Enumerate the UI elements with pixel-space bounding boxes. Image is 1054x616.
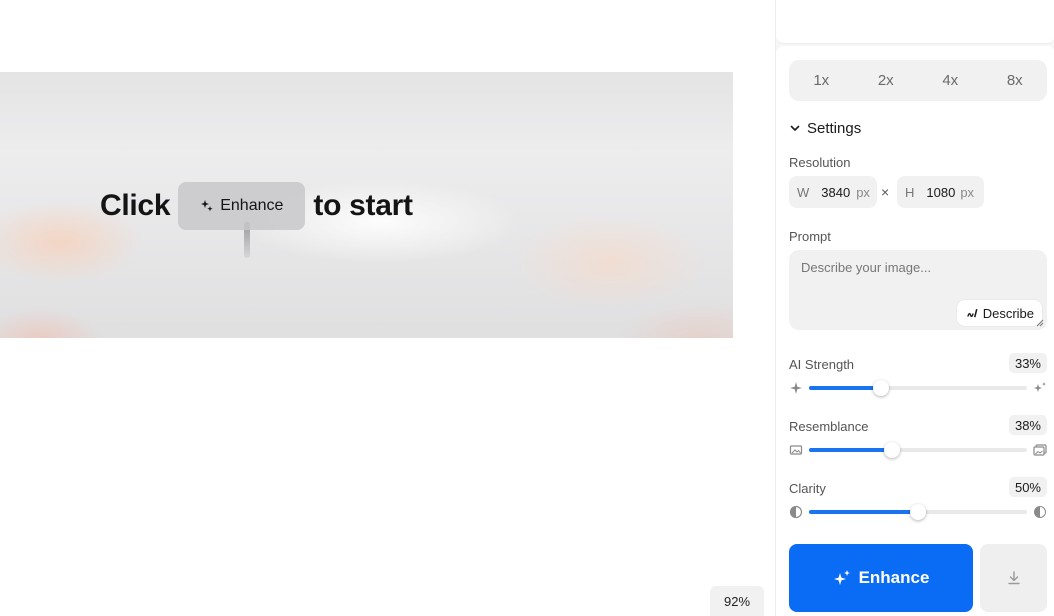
scale-option-2x[interactable]: 2x bbox=[854, 60, 919, 101]
hint-text-before: Click bbox=[100, 189, 171, 222]
height-unit: px bbox=[960, 184, 975, 200]
start-hint: Click Enhance to start bbox=[100, 182, 413, 230]
describe-button[interactable]: Describe bbox=[956, 300, 1042, 326]
images-icon bbox=[1033, 444, 1047, 456]
pen-icon bbox=[967, 309, 978, 318]
chevron-down-icon bbox=[790, 125, 800, 131]
ai-strength-thumb[interactable] bbox=[872, 380, 889, 396]
height-value: 1080 bbox=[926, 184, 956, 200]
width-value: 3840 bbox=[821, 184, 851, 200]
ai-strength-label: AI Strength bbox=[789, 357, 855, 372]
panel-body: 1x 2x 4x 8x Settings Resolution W 3840 p… bbox=[776, 46, 1054, 616]
width-unit: px bbox=[856, 184, 870, 200]
prompt-input[interactable] bbox=[801, 260, 1035, 275]
clarity-fill bbox=[809, 510, 918, 514]
resemblance-track bbox=[809, 442, 1027, 458]
resize-grip-icon[interactable] bbox=[1036, 319, 1044, 327]
scale-option-8x[interactable]: 8x bbox=[983, 60, 1048, 101]
scale-selector: 1x 2x 4x 8x bbox=[789, 60, 1047, 101]
describe-label: Describe bbox=[982, 305, 1034, 321]
clarity-track bbox=[809, 504, 1027, 520]
canvas-area: Click Enhance to start 92% bbox=[0, 0, 775, 616]
sparkle-icon bbox=[201, 200, 213, 212]
download-icon bbox=[1007, 571, 1020, 585]
scale-option-4x[interactable]: 4x bbox=[918, 60, 983, 101]
clarity-thumb[interactable] bbox=[910, 504, 926, 520]
panel-header bbox=[776, 0, 1054, 44]
scale-option-1x[interactable]: 1x bbox=[789, 60, 854, 101]
settings-toggle[interactable]: Settings bbox=[789, 118, 861, 138]
sparkle-icon bbox=[790, 382, 802, 394]
width-field[interactable]: W 3840 px bbox=[789, 176, 877, 208]
image-preview[interactable]: Click Enhance to start bbox=[0, 72, 733, 338]
hint-text-after: to start bbox=[313, 189, 413, 222]
zoom-level[interactable]: 92% bbox=[710, 586, 764, 616]
hint-enhance-label: Enhance bbox=[220, 197, 284, 214]
height-field[interactable]: H 1080 px bbox=[897, 176, 984, 208]
hint-enhance-button[interactable]: Enhance bbox=[178, 182, 306, 230]
resemblance-thumb[interactable] bbox=[883, 442, 900, 458]
settings-title: Settings bbox=[807, 119, 862, 137]
clarity-label: Clarity bbox=[789, 481, 826, 496]
resemblance-fill bbox=[809, 448, 892, 452]
clarity-slider[interactable] bbox=[789, 504, 1047, 520]
clarity-value: 50% bbox=[1008, 477, 1047, 497]
resolution-label: Resolution bbox=[789, 155, 851, 170]
dimension-separator: × bbox=[881, 184, 890, 200]
ai-strength-slider[interactable] bbox=[789, 380, 1047, 396]
resemblance-value: 38% bbox=[1008, 415, 1047, 435]
enhance-button[interactable]: Enhance bbox=[789, 544, 973, 612]
ai-strength-fill bbox=[809, 386, 881, 390]
sparkles-icon bbox=[833, 570, 850, 585]
prompt-container: Describe bbox=[789, 250, 1047, 330]
height-tag: H bbox=[905, 184, 915, 200]
resemblance-label: Resemblance bbox=[789, 419, 869, 434]
image-icon bbox=[789, 445, 803, 455]
sparkles-icon bbox=[1034, 382, 1046, 392]
contrast-filled-icon bbox=[1034, 506, 1046, 518]
contrast-icon bbox=[789, 505, 803, 519]
width-tag: W bbox=[797, 184, 810, 200]
download-button[interactable] bbox=[980, 544, 1047, 612]
ai-strength-track bbox=[809, 380, 1027, 396]
resemblance-slider[interactable] bbox=[789, 442, 1047, 458]
ai-strength-value: 33% bbox=[1008, 353, 1047, 373]
enhance-label: Enhance bbox=[858, 568, 930, 587]
prompt-label: Prompt bbox=[789, 229, 831, 244]
settings-panel: 1x 2x 4x 8x Settings Resolution W 3840 p… bbox=[775, 0, 1054, 616]
